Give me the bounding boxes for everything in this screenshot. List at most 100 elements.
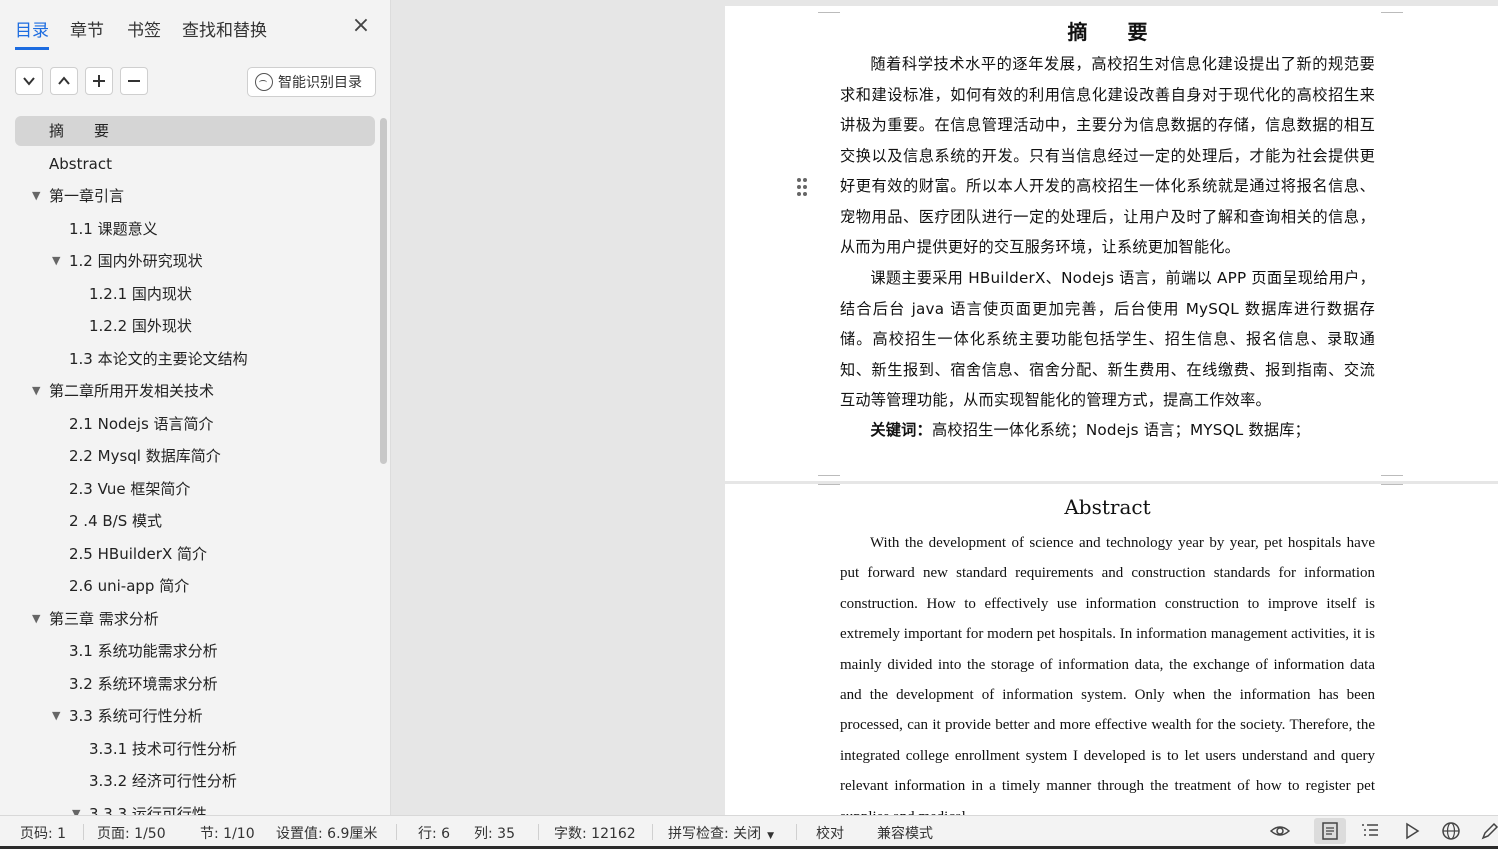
tab-toc[interactable]: 目录: [15, 16, 49, 50]
expand-arrow-icon[interactable]: ▼: [52, 701, 60, 731]
document-page-2: Abstract With the development of science…: [725, 484, 1498, 815]
page-corner-mark: [1381, 6, 1403, 13]
toc-item-label: 2.2 Mysql 数据库简介: [69, 447, 221, 465]
keywords-line[interactable]: 关键词：高校招生一体化系统；Nodejs 语言；MYSQL 数据库；: [840, 415, 1375, 446]
toc-item-label: 2.6 uni-app 简介: [69, 577, 190, 595]
status-section[interactable]: 节: 1/10: [200, 823, 255, 843]
tab-bookmarks[interactable]: 书签: [127, 16, 161, 47]
collapse-up-button[interactable]: [50, 67, 78, 95]
smart-toc-button[interactable]: 智能识别目录: [247, 67, 376, 97]
document-area: 摘 要 随着科学技术水平的逐年发展，高校招生对信息化建设提出了新的规范要求和建设…: [391, 0, 1498, 815]
play-icon[interactable]: [1402, 821, 1422, 841]
navigation-pane: 目录 章节 书签 查找和替换 × 智能识别目录 摘 要 Abstract ▼ 第一章引…: [0, 0, 391, 815]
toc-item-label: 3.3.1 技术可行性分析: [89, 739, 237, 758]
toc-item[interactable]: 1.2.2 国外现状: [15, 311, 375, 341]
status-bar: 页码: 1 页面: 1/50 节: 1/10 设置值: 6.9厘米 行: 6 列…: [0, 815, 1498, 846]
toc-item-label: 第二章所用开发相关技术: [49, 382, 215, 400]
toc-item-label: 2.5 HBuilderX 简介: [69, 544, 207, 563]
toc-item-label: 1.1 课题意义: [69, 219, 158, 238]
plus-icon: [93, 75, 105, 87]
abstract-paragraph-2[interactable]: 课题主要采用 HBuilderX、Nodejs 语言，前端以 APP 页面呈现给…: [840, 263, 1375, 416]
page-corner-mark: [818, 6, 840, 13]
toc-list: 摘 要 Abstract ▼ 第一章引言 1.1 课题意义 ▼ 1.2 国内外研究现状 1.2…: [0, 116, 378, 815]
page-title: 摘 要: [1067, 20, 1148, 44]
document-page-1: 摘 要 随着科学技术水平的逐年发展，高校招生对信息化建设提出了新的规范要求和建设…: [725, 6, 1498, 481]
toc-item[interactable]: ▼ 第一章引言: [15, 181, 375, 211]
toc-item-label: 1.2.2 国外现状: [89, 317, 192, 335]
status-row[interactable]: 行: 6: [418, 823, 450, 843]
drag-handle-icon[interactable]: [797, 178, 809, 200]
eye-icon[interactable]: [1270, 821, 1290, 841]
status-page[interactable]: 页面: 1/50: [97, 823, 166, 843]
toc-item[interactable]: 1.2.1 国内现状: [15, 279, 375, 309]
toc-item[interactable]: 2.1 Nodejs 语言简介: [15, 409, 375, 439]
toc-item-label: 3.3.2 经济可行性分析: [89, 772, 237, 790]
pen-icon[interactable]: [1480, 821, 1498, 841]
toc-item[interactable]: 2.5 HBuilderX 简介: [15, 539, 375, 569]
spell-check-toggle[interactable]: 拼写检查: 关闭 ▼: [668, 823, 774, 843]
toc-item[interactable]: 2.3 Vue 框架简介: [15, 474, 375, 504]
status-col[interactable]: 列: 35: [474, 823, 515, 843]
toc-item-label: 2 .4 B/S 模式: [69, 512, 163, 530]
toc-item-label: 1.3 本论文的主要论文结构: [69, 349, 248, 368]
tab-find-replace[interactable]: 查找和替换: [182, 16, 267, 47]
expand-arrow-icon[interactable]: ▼: [72, 799, 80, 816]
minus-icon: [128, 80, 140, 82]
chevron-down-icon: ▼: [767, 831, 775, 841]
add-level-button[interactable]: [85, 67, 113, 95]
toc-item[interactable]: ▼ 3.3 系统可行性分析: [15, 701, 375, 731]
remove-level-button[interactable]: [120, 67, 148, 95]
toc-item[interactable]: 3.3.2 经济可行性分析: [15, 766, 375, 796]
toc-item[interactable]: 3.3.1 技术可行性分析: [15, 734, 375, 764]
toc-item[interactable]: 1.3 本论文的主要论文结构: [15, 344, 375, 374]
close-icon[interactable]: ×: [350, 15, 372, 37]
toc-item-label: 3.3.3 运行可行性: [89, 804, 207, 816]
expand-down-button[interactable]: [15, 67, 43, 95]
smart-toc-label: 智能识别目录: [278, 75, 362, 91]
smart-recognize-icon: [255, 73, 273, 91]
toc-item-label: 第三章 需求分析: [49, 609, 159, 628]
toc-item[interactable]: 摘 要: [15, 116, 375, 146]
toc-item-label: Abstract: [49, 154, 112, 173]
abstract-paragraph-1[interactable]: 随着科学技术水平的逐年发展，高校招生对信息化建设提出了新的规范要求和建设标准，如…: [840, 49, 1375, 263]
chevron-down-icon: [23, 77, 35, 86]
toc-item[interactable]: 3.1 系统功能需求分析: [15, 636, 375, 666]
toc-item[interactable]: ▼ 1.2 国内外研究现状: [15, 246, 375, 276]
toc-item-label: 3.1 系统功能需求分析: [69, 642, 218, 660]
proofread-button[interactable]: 校对: [816, 823, 844, 843]
status-page-code[interactable]: 页码: 1: [20, 823, 66, 843]
page-view-icon[interactable]: [1320, 821, 1340, 841]
toc-item[interactable]: 2.2 Mysql 数据库简介: [15, 441, 375, 471]
toc-item[interactable]: 1.1 课题意义: [15, 214, 375, 244]
abstract-en-title: Abstract: [1064, 495, 1151, 519]
expand-arrow-icon[interactable]: ▼: [32, 376, 40, 406]
toc-item-label: 摘 要: [49, 122, 110, 140]
status-setting[interactable]: 设置值: 6.9厘米: [276, 823, 377, 843]
chevron-up-icon: [58, 76, 70, 85]
nav-tabs: 目录 章节 书签 查找和替换 ×: [0, 0, 390, 50]
toc-item-label: 1.2 国内外研究现状: [69, 252, 203, 270]
spell-check-label: 拼写检查: 关闭: [668, 826, 762, 842]
toc-item[interactable]: 2 .4 B/S 模式: [15, 506, 375, 536]
expand-arrow-icon[interactable]: ▼: [32, 604, 40, 634]
tab-chapters[interactable]: 章节: [70, 16, 104, 47]
keywords-text: 高校招生一体化系统；Nodejs 语言；MYSQL 数据库；: [931, 421, 1311, 439]
toc-item[interactable]: Abstract: [15, 149, 375, 179]
globe-icon[interactable]: [1441, 821, 1461, 841]
status-word-count[interactable]: 字数: 12162: [554, 823, 636, 843]
outline-view-icon[interactable]: [1360, 821, 1380, 841]
compat-mode-label[interactable]: 兼容模式: [877, 823, 933, 843]
toc-item[interactable]: 3.2 系统环境需求分析: [15, 669, 375, 699]
expand-arrow-icon[interactable]: ▼: [32, 181, 40, 211]
toc-item[interactable]: 2.6 uni-app 简介: [15, 571, 375, 601]
abstract-en-paragraph-1[interactable]: With the development of science and tech…: [840, 528, 1375, 815]
toc-item[interactable]: ▼ 3.3.3 运行可行性: [15, 799, 375, 816]
page-corner-mark: [1381, 478, 1403, 485]
toc-item[interactable]: ▼ 第三章 需求分析: [15, 604, 375, 634]
expand-arrow-icon[interactable]: ▼: [52, 246, 60, 276]
toc-item-label: 3.2 系统环境需求分析: [69, 674, 218, 693]
toc-item-label: 第一章引言: [49, 187, 125, 205]
toc-item-label: 3.3 系统可行性分析: [69, 707, 203, 725]
toc-item[interactable]: ▼ 第二章所用开发相关技术: [15, 376, 375, 406]
toc-scrollbar[interactable]: [380, 118, 387, 464]
